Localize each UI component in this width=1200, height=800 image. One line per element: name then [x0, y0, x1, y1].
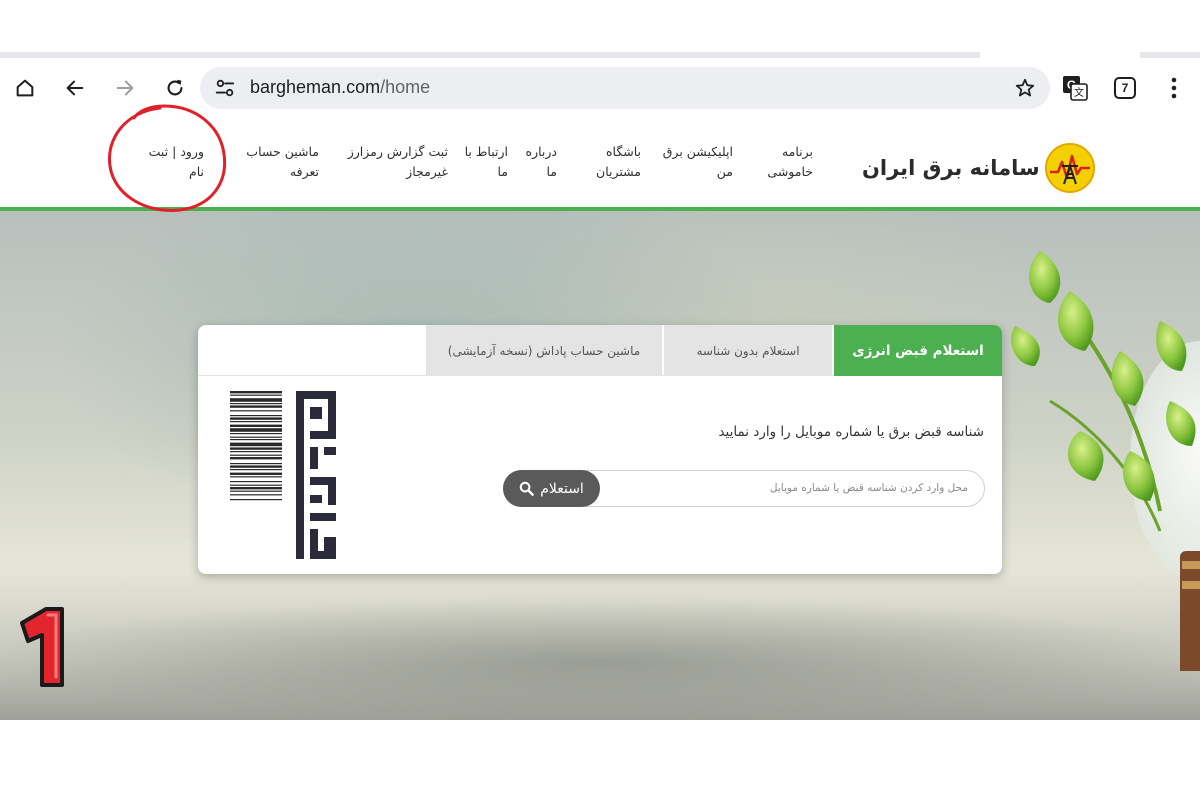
- url-path: /home: [380, 77, 431, 97]
- nav-tariff-calculator[interactable]: ماشین حساب تعرفه: [246, 142, 319, 182]
- barcode-stripe: [230, 391, 282, 394]
- step-number-badge: [20, 607, 64, 687]
- barcode-stripe: [230, 403, 282, 405]
- barcode-stripe: [230, 447, 282, 450]
- url-text[interactable]: bargheman.com/home: [250, 77, 430, 98]
- nav-label: درباره: [525, 144, 557, 159]
- barcode-stripe: [230, 487, 282, 490]
- tower-logo-icon: [1044, 143, 1095, 193]
- bill-inquiry-card: استعلام قبض انرژی استعلام بدون شناسه ماش…: [198, 325, 1002, 574]
- bill-logo-text-icon: [296, 391, 336, 559]
- nav-label: اپلیکیشن برق: [662, 144, 733, 159]
- nav-label: ما: [497, 164, 508, 179]
- star-icon[interactable]: [1014, 77, 1036, 99]
- barcode-stripe: [230, 490, 282, 492]
- tab-reward-calculator[interactable]: ماشین حساب پاداش (نسخه آزمایشی): [426, 325, 662, 376]
- nav-label: تعرفه: [289, 164, 319, 179]
- site-logo[interactable]: سامانه برق ایران: [862, 142, 1096, 194]
- inquiry-tabs: استعلام قبض انرژی استعلام بدون شناسه ماش…: [198, 325, 1002, 376]
- nav-outage-schedule[interactable]: برنامه خاموشی: [767, 142, 813, 182]
- barcode-stripe: [230, 394, 282, 396]
- svg-text:文: 文: [1074, 86, 1084, 99]
- plant-bulb-image: [1011, 251, 1200, 671]
- nav-label: ارتباط با: [464, 144, 508, 159]
- home-icon[interactable]: [9, 72, 41, 104]
- barcode-stripe: [230, 465, 282, 468]
- nav-label: خاموشی: [767, 164, 813, 179]
- annotation-circle: [108, 104, 227, 213]
- barcode-stripe: [230, 398, 282, 402]
- barcode-stripe: [230, 439, 282, 441]
- barcode-stripe: [230, 499, 282, 501]
- nav-customer-club[interactable]: باشگاه مشتریان: [596, 142, 641, 182]
- nav-label: مشتریان: [596, 164, 641, 179]
- barcode-stripe: [230, 469, 282, 471]
- barcode-stripe: [230, 451, 282, 453]
- nav-label: من: [716, 164, 733, 179]
- barcode-stripe: [230, 484, 282, 486]
- nav-contact-us[interactable]: ارتباط با ما: [465, 142, 508, 182]
- more-icon[interactable]: [1164, 76, 1184, 100]
- inquiry-button[interactable]: استعلام: [503, 470, 600, 507]
- tab-switcher-button[interactable]: 7: [1114, 77, 1136, 99]
- bill-barcode-image: [230, 391, 336, 559]
- nav-label: ما: [546, 164, 557, 179]
- back-icon[interactable]: [59, 72, 91, 104]
- inquiry-button-label: استعلام: [540, 480, 584, 497]
- barcode-stripe: [230, 436, 282, 438]
- nav-about-us[interactable]: درباره ما: [526, 142, 557, 182]
- barcode-stripe: [230, 454, 282, 456]
- barcode-stripe: [230, 421, 282, 423]
- translate-icon[interactable]: G 文: [1062, 75, 1088, 101]
- barcode-stripe: [230, 442, 282, 447]
- nav-label: برنامه: [781, 144, 813, 159]
- barcode-stripe: [230, 494, 282, 496]
- barcode-stripe: [230, 463, 282, 465]
- barcode-stripe: [230, 424, 282, 427]
- barcode-stripe: [230, 417, 282, 420]
- bill-id-placeholder: محل وارد کردن شناسه قبض یا شماره موبایل: [769, 482, 968, 494]
- nav-label: باشگاه: [605, 144, 641, 159]
- barcode-stripe: [230, 415, 282, 417]
- nav-report-illegal-crypto[interactable]: ثبت گزارش رمزارز غیرمجاز: [348, 142, 448, 182]
- site-name: سامانه برق ایران: [862, 156, 1040, 180]
- nav-label: ثبت گزارش رمزارز: [347, 144, 448, 159]
- nav-label: غیرمجاز: [406, 164, 448, 179]
- barcode-stripe: [230, 457, 282, 460]
- barcode-stripe: [230, 481, 282, 483]
- tab-inquiry-without-id[interactable]: استعلام بدون شناسه: [664, 325, 832, 376]
- search-icon: [519, 481, 534, 496]
- barcode-stripe: [230, 405, 282, 408]
- barcode-stripe: [230, 433, 282, 435]
- nav-label: ماشین حساب: [246, 144, 319, 159]
- url-domain: bargheman.com: [250, 77, 381, 97]
- barcode-stripe: [230, 410, 282, 412]
- inquiry-prompt: شناسه قبض برق یا شماره موبایل را وارد نم…: [718, 424, 984, 440]
- barcode-icon: [230, 391, 282, 559]
- barcode-stripe: [230, 428, 282, 432]
- barcode-stripe: [230, 472, 282, 475]
- tab-energy-bill-inquiry[interactable]: استعلام قبض انرژی: [834, 325, 1002, 376]
- forward-icon[interactable]: [109, 72, 141, 104]
- reload-icon[interactable]: [159, 72, 191, 104]
- barcode-stripe: [230, 476, 282, 478]
- address-bar[interactable]: bargheman.com/home: [200, 67, 1050, 109]
- nav-bargh-man-app[interactable]: اپلیکیشن برق من: [663, 142, 733, 182]
- site-info-icon[interactable]: [214, 77, 236, 99]
